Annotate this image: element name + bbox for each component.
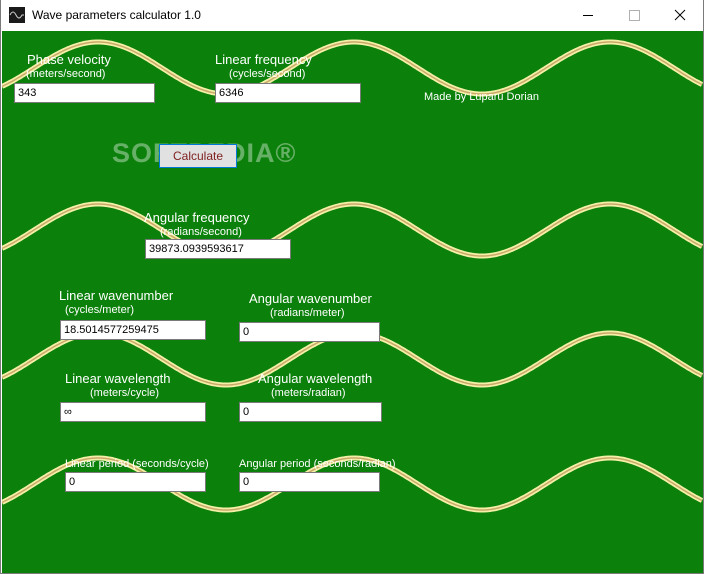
angular-period-title: Angular period (seconds/radian) [239, 458, 396, 470]
angular-wavelength-title: Angular wavelength [258, 371, 373, 386]
phase-velocity-input[interactable] [14, 83, 155, 103]
linear-wavelength-input[interactable] [60, 402, 206, 422]
linear-frequency-unit: (cycles/second) [229, 68, 306, 80]
linear-wavelength-unit: (meters/cycle) [90, 387, 160, 399]
title-bar[interactable]: Wave parameters calculator 1.0 [1, 0, 703, 30]
app-icon [9, 7, 25, 23]
close-button[interactable] [657, 0, 703, 30]
linear-wavelength-title: Linear wavelength [65, 371, 171, 386]
angular-wavelength-input[interactable] [239, 402, 382, 422]
credit-text: Made by Luparu Dorian [424, 91, 539, 103]
angular-frequency-unit: (radians/second) [160, 226, 242, 238]
app-window: Wave parameters calculator 1.0 SOFTPEDIA… [0, 0, 704, 574]
linear-wavenumber-input[interactable] [60, 320, 206, 340]
maximize-button[interactable] [611, 0, 657, 30]
angular-frequency-title: Angular frequency [144, 210, 250, 225]
linear-frequency-title: Linear frequency [215, 52, 312, 67]
minimize-icon [583, 15, 593, 16]
calculate-button[interactable]: Calculate [159, 144, 237, 168]
linear-wavenumber-title: Linear wavenumber [59, 288, 174, 303]
phase-velocity-unit: (meters/second) [26, 68, 106, 80]
window-title: Wave parameters calculator 1.0 [32, 8, 201, 22]
maximize-icon [629, 10, 640, 21]
close-icon [674, 9, 686, 21]
angular-frequency-input[interactable] [145, 239, 291, 259]
phase-velocity-title: Phase velocity [27, 52, 111, 67]
minimize-button[interactable] [565, 0, 611, 30]
linear-period-input[interactable] [65, 472, 206, 492]
angular-wavenumber-unit: (radians/meter) [270, 307, 345, 319]
linear-frequency-input[interactable] [215, 83, 361, 103]
angular-wavenumber-input[interactable] [239, 322, 380, 342]
linear-period-title: Linear period (seconds/cycle) [65, 458, 209, 470]
client-area: SOFTPEDIA® Phase velocity (meters/second… [2, 31, 703, 573]
angular-period-input[interactable] [239, 472, 380, 492]
angular-wavenumber-title: Angular wavenumber [249, 291, 372, 306]
wave-line-2 [2, 201, 703, 259]
wave-line-2 [2, 203, 703, 257]
angular-wavelength-unit: (meters/radian) [271, 387, 346, 399]
linear-wavenumber-unit: (cycles/meter) [65, 304, 135, 316]
